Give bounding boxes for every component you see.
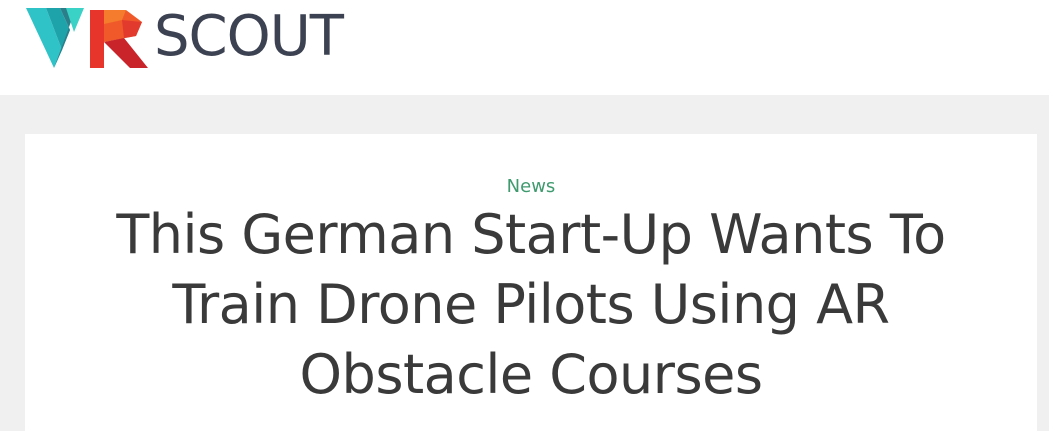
site-logo-link[interactable]: SCOUT bbox=[26, 4, 344, 69]
vr-logo-mark-icon bbox=[26, 8, 148, 68]
article-title: This German Start-Up Wants To Train Dron… bbox=[116, 203, 946, 406]
logo-wordmark: SCOUT bbox=[154, 4, 344, 69]
category-link[interactable]: News bbox=[0, 176, 1049, 197]
site-header: SCOUT bbox=[0, 0, 1049, 95]
